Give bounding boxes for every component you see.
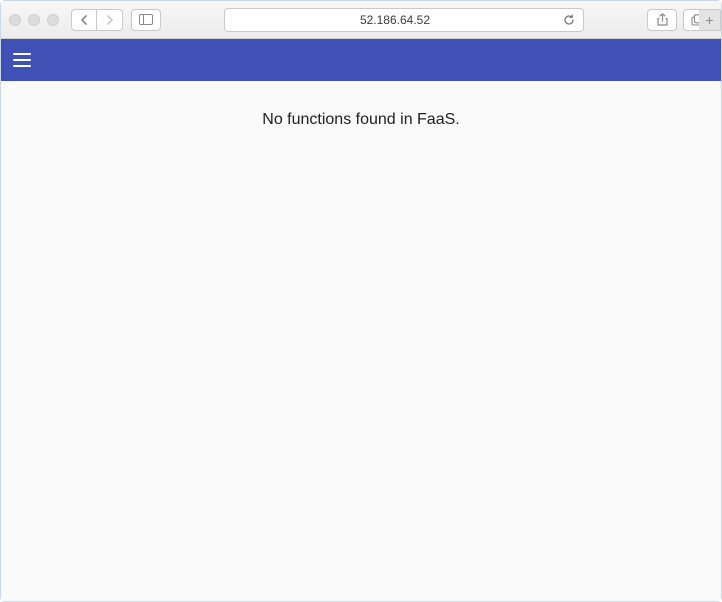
chevron-right-icon bbox=[106, 15, 114, 25]
plus-icon: + bbox=[705, 12, 713, 28]
menu-button[interactable] bbox=[13, 48, 37, 72]
browser-toolbar: 52.186.64.52 + bbox=[1, 1, 721, 39]
minimize-window-button[interactable] bbox=[28, 14, 40, 26]
back-button[interactable] bbox=[71, 9, 97, 31]
empty-state-message: No functions found in FaaS. bbox=[262, 111, 459, 601]
chevron-left-icon bbox=[80, 15, 88, 25]
forward-button[interactable] bbox=[97, 9, 123, 31]
reload-icon bbox=[563, 14, 575, 26]
traffic-lights bbox=[9, 14, 59, 26]
sidebar-toggle-button[interactable] bbox=[131, 9, 161, 31]
main-content: No functions found in FaaS. bbox=[1, 81, 721, 601]
reload-button[interactable] bbox=[563, 14, 575, 26]
address-text: 52.186.64.52 bbox=[233, 13, 557, 27]
address-bar-container: 52.186.64.52 bbox=[169, 8, 639, 32]
new-tab-button[interactable]: + bbox=[699, 9, 721, 31]
zoom-window-button[interactable] bbox=[47, 14, 59, 26]
address-bar[interactable]: 52.186.64.52 bbox=[224, 8, 584, 32]
sidebar-icon bbox=[139, 14, 153, 25]
app-header bbox=[1, 39, 721, 81]
close-window-button[interactable] bbox=[9, 14, 21, 26]
hamburger-icon bbox=[13, 53, 31, 55]
nav-buttons bbox=[71, 9, 123, 31]
share-icon bbox=[657, 13, 668, 26]
share-button[interactable] bbox=[647, 9, 677, 31]
